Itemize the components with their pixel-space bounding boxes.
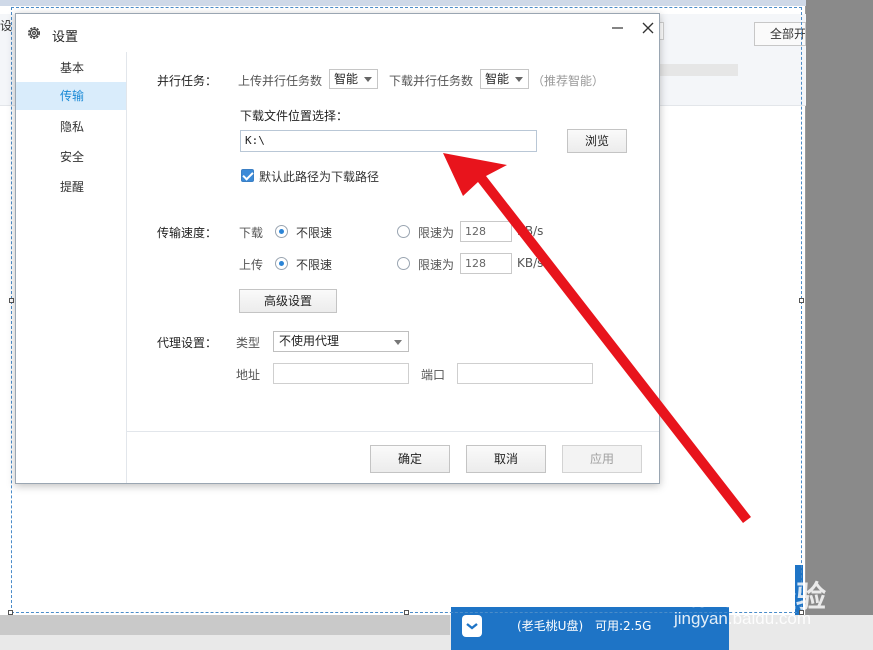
transfer-settings-panel: 并行任务： 上传并行任务数 智能 下载并行任务数 智能 （推荐智能） 下载文件位… — [127, 52, 659, 483]
proxy-port-label: 端口 — [421, 368, 446, 382]
usb-drive-free-space: 可用:2.5G — [595, 619, 652, 633]
upload-unlimited-label: 不限速 — [296, 258, 333, 272]
close-button[interactable] — [638, 18, 658, 38]
upload-parallel-select[interactable]: 智能 — [329, 69, 378, 89]
speed-section-label: 传输速度： — [157, 226, 218, 240]
chevron-down-icon — [394, 340, 402, 345]
close-icon — [642, 22, 654, 34]
background-bottom-strip — [0, 615, 450, 635]
ok-button[interactable]: 确定 — [370, 445, 450, 473]
resize-handle-right[interactable] — [799, 298, 804, 303]
usb-drive-icon — [459, 613, 485, 639]
download-unlimited-label: 不限速 — [296, 226, 333, 240]
apply-button[interactable]: 应用 — [562, 445, 642, 473]
footer-divider — [127, 431, 659, 432]
proxy-type-value: 不使用代理 — [279, 334, 340, 348]
usb-drive-name: (老毛桃U盘) — [517, 619, 584, 633]
settings-dialog: 设置 基本 传输 隐私 安全 提醒 并行任务： 上传并行任务数 智能 下载并行任… — [15, 13, 660, 484]
proxy-section-label: 代理设置： — [157, 336, 218, 350]
nav-item-basic[interactable]: 基本 — [16, 54, 126, 82]
download-limit-label: 限速为 — [418, 226, 455, 240]
settings-sidebar: 基本 传输 隐私 安全 提醒 — [16, 52, 127, 483]
advanced-settings-button[interactable]: 高级设置 — [239, 289, 337, 313]
proxy-address-input[interactable] — [273, 363, 409, 384]
nav-item-transfer[interactable]: 传输 — [16, 82, 126, 110]
download-parallel-select[interactable]: 智能 — [480, 69, 529, 89]
background-progress-bar — [660, 64, 738, 76]
background-top-strip — [0, 0, 806, 6]
minimize-button[interactable] — [608, 18, 628, 38]
parallel-section-label: 并行任务： — [157, 74, 218, 88]
watermark-url: jingyan.baidu.com — [674, 609, 812, 628]
proxy-address-label: 地址 — [236, 368, 261, 382]
upload-parallel-value: 智能 — [334, 72, 359, 86]
dialog-title: 设置 — [52, 30, 79, 45]
download-limit-unit: KB/s — [517, 224, 544, 238]
nav-item-reminder[interactable]: 提醒 — [16, 173, 126, 201]
resize-handle-left[interactable] — [9, 298, 14, 303]
download-unlimited-radio[interactable] — [275, 225, 288, 238]
upload-limit-label: 限速为 — [418, 258, 455, 272]
nav-item-security[interactable]: 安全 — [16, 143, 126, 171]
chevron-down-icon — [515, 77, 523, 82]
download-parallel-value: 智能 — [485, 72, 510, 86]
upload-unlimited-radio[interactable] — [275, 257, 288, 270]
parallel-hint: （推荐智能） — [532, 74, 605, 88]
dialog-title-bar[interactable]: 设置 — [16, 14, 659, 52]
background-all-button[interactable]: 全部开 — [754, 22, 806, 46]
resize-handle-bottom-left[interactable] — [8, 610, 13, 615]
gear-icon — [26, 25, 42, 41]
download-limit-input[interactable]: 128 — [460, 221, 512, 242]
proxy-type-label: 类型 — [236, 336, 261, 350]
proxy-type-select[interactable]: 不使用代理 — [273, 331, 409, 352]
chevron-down-icon — [364, 77, 372, 82]
minimize-icon — [612, 27, 623, 29]
download-path-input[interactable]: K:\ — [240, 130, 537, 152]
default-path-label: 默认此路径为下载路径 — [259, 170, 380, 184]
upload-limit-radio[interactable] — [397, 257, 410, 270]
upload-parallel-label: 上传并行任务数 — [238, 74, 323, 88]
default-path-checkbox[interactable] — [241, 169, 254, 182]
download-speed-label: 下载 — [239, 226, 264, 240]
proxy-port-input[interactable] — [457, 363, 593, 384]
background-left-label: 设 — [0, 19, 13, 33]
browse-button[interactable]: 浏览 — [567, 129, 627, 153]
download-limit-radio[interactable] — [397, 225, 410, 238]
upload-speed-label: 上传 — [239, 258, 264, 272]
nav-item-privacy[interactable]: 隐私 — [16, 113, 126, 141]
resize-handle-bottom[interactable] — [404, 610, 409, 615]
upload-limit-input[interactable]: 128 — [460, 253, 512, 274]
cancel-button[interactable]: 取消 — [466, 445, 546, 473]
upload-limit-unit: KB/s — [517, 256, 544, 270]
download-parallel-label: 下载并行任务数 — [389, 74, 474, 88]
download-location-label: 下载文件位置选择： — [240, 109, 349, 123]
